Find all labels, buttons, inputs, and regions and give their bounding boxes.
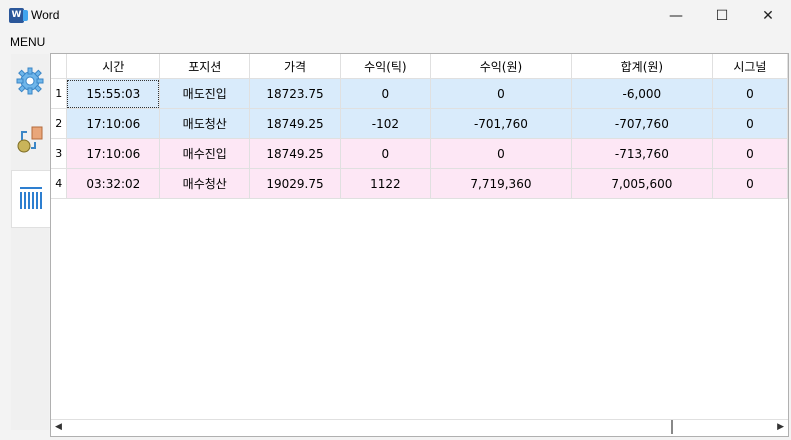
- cell-profit-won[interactable]: 0: [430, 78, 572, 109]
- cell-time[interactable]: 15:55:03: [66, 78, 161, 109]
- exchange-icon: [17, 126, 43, 153]
- gear-icon: [16, 67, 44, 95]
- table-row[interactable]: 4 03:32:02 매수청산 19029.75 1122 7,719,360 …: [51, 168, 788, 199]
- cell-profit-ticks[interactable]: 0: [340, 138, 431, 169]
- side-tab-strip: [11, 54, 50, 430]
- word-app-icon: W: [9, 8, 28, 23]
- cell-position[interactable]: 매도진입: [159, 78, 251, 109]
- cell-price[interactable]: 18749.25: [249, 108, 341, 139]
- cell-profit-won[interactable]: 0: [430, 138, 572, 169]
- header-row: 시간 포지션 가격 수익(틱) 수익(원) 합계(원) 시그널: [51, 54, 788, 79]
- cell-price[interactable]: 18749.25: [249, 138, 341, 169]
- cell-time[interactable]: 17:10:06: [66, 108, 161, 139]
- menu-bar: MENU: [0, 32, 791, 50]
- column-header-signal[interactable]: 시그널: [712, 54, 788, 79]
- cell-profit-won[interactable]: -701,760: [430, 108, 572, 139]
- row-number: 4: [51, 168, 68, 199]
- cell-profit-ticks[interactable]: -102: [340, 108, 431, 139]
- tab-settings[interactable]: [11, 54, 49, 110]
- minimize-button[interactable]: —: [653, 0, 699, 32]
- cell-position[interactable]: 매수진입: [159, 138, 251, 169]
- title-bar: W Word — ☐ ✕: [0, 0, 791, 32]
- row-number: 1: [51, 78, 68, 109]
- column-header-total-won[interactable]: 합계(원): [571, 54, 713, 79]
- cell-signal[interactable]: 0: [712, 78, 788, 109]
- cell-total-won[interactable]: -6,000: [571, 78, 713, 109]
- cell-position[interactable]: 매도청산: [159, 108, 251, 139]
- scroll-right-arrow-icon[interactable]: ▶: [777, 422, 784, 432]
- column-header-position[interactable]: 포지션: [159, 54, 251, 79]
- cell-position[interactable]: 매수청산: [159, 168, 251, 199]
- cell-time[interactable]: 17:10:06: [66, 138, 161, 169]
- row-header-corner: [51, 54, 68, 79]
- tab-barcode[interactable]: [11, 170, 50, 228]
- cell-total-won[interactable]: 7,005,600: [571, 168, 713, 199]
- cell-signal[interactable]: 0: [712, 108, 788, 139]
- column-header-profit-won[interactable]: 수익(원): [430, 54, 572, 79]
- column-header-price[interactable]: 가격: [249, 54, 341, 79]
- close-button[interactable]: ✕: [745, 0, 791, 32]
- row-number: 3: [51, 138, 68, 169]
- scroll-left-arrow-icon[interactable]: ◀: [55, 422, 62, 432]
- cell-signal[interactable]: 0: [712, 138, 788, 169]
- barcode-icon: [20, 187, 42, 209]
- trade-table: 시간 포지션 가격 수익(틱) 수익(원) 합계(원) 시그널 1 15:55:…: [51, 54, 788, 199]
- cell-profit-ticks[interactable]: 1122: [340, 168, 431, 199]
- table-row[interactable]: 3 17:10:06 매수진입 18749.25 0 0 -713,760 0: [51, 138, 788, 169]
- horizontal-scrollbar[interactable]: ◀ ▶: [51, 419, 788, 436]
- window-title: Word: [31, 8, 60, 22]
- row-number: 2: [51, 108, 68, 139]
- cell-time-value: 15:55:03: [67, 79, 160, 108]
- maximize-button[interactable]: ☐: [699, 0, 745, 32]
- cell-profit-ticks[interactable]: 0: [340, 78, 431, 109]
- cell-total-won[interactable]: -713,760: [571, 138, 713, 169]
- table-row[interactable]: 2 17:10:06 매도청산 18749.25 -102 -701,760 -…: [51, 108, 788, 139]
- cell-profit-won[interactable]: 7,719,360: [430, 168, 572, 199]
- cell-price[interactable]: 18723.75: [249, 78, 341, 109]
- scroll-thumb[interactable]: [67, 420, 673, 434]
- menu-item[interactable]: MENU: [10, 35, 45, 49]
- tab-exchange[interactable]: [11, 112, 49, 168]
- cell-price[interactable]: 19029.75: [249, 168, 341, 199]
- cell-total-won[interactable]: -707,760: [571, 108, 713, 139]
- cell-signal[interactable]: 0: [712, 168, 788, 199]
- column-header-time[interactable]: 시간: [66, 54, 161, 79]
- column-header-profit-ticks[interactable]: 수익(틱): [340, 54, 431, 79]
- table-row[interactable]: 1 15:55:03 매도진입 18723.75 0 0 -6,000 0: [51, 78, 788, 109]
- trade-grid[interactable]: 시간 포지션 가격 수익(틱) 수익(원) 합계(원) 시그널 1 15:55:…: [50, 53, 789, 437]
- cell-time[interactable]: 03:32:02: [66, 168, 161, 199]
